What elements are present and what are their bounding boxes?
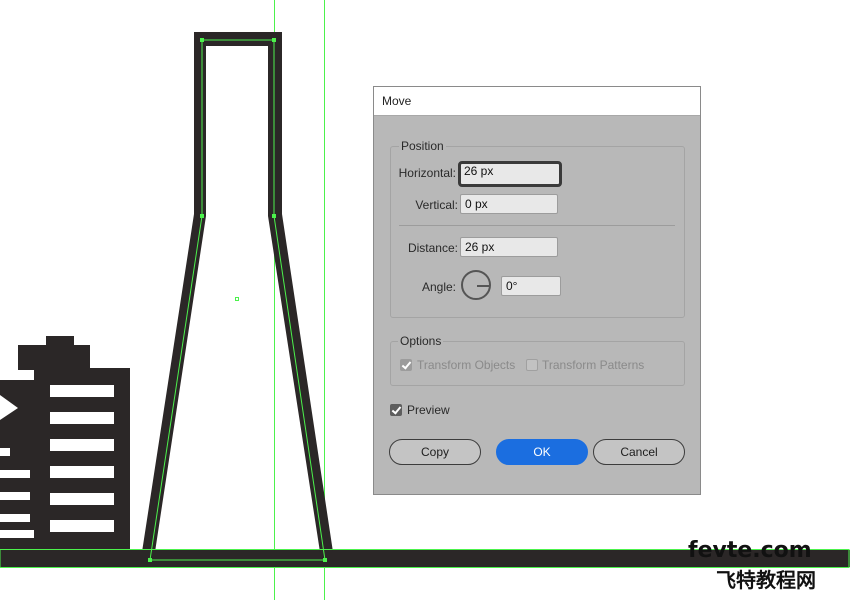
horizontal-label: Horizontal:	[398, 166, 456, 180]
transform-patterns-checkbox[interactable]	[526, 359, 538, 371]
vertical-label: Vertical:	[415, 198, 458, 212]
angle-input[interactable]: 0°	[501, 276, 561, 296]
angle-label: Angle:	[421, 280, 456, 294]
ok-button[interactable]: OK	[496, 439, 588, 465]
dialog-title[interactable]: Move	[374, 87, 700, 116]
horizontal-input[interactable]: 26 px	[458, 161, 562, 187]
transform-objects-label: Transform Objects	[417, 358, 516, 372]
transform-patterns-label: Transform Patterns	[542, 358, 645, 372]
vertical-input[interactable]: 0 px	[460, 194, 558, 214]
cancel-button[interactable]: Cancel	[593, 439, 685, 465]
move-dialog[interactable]: Move Position Horizontal: 26 px Vertical…	[373, 86, 701, 495]
watermark-chinese: 飞特教程网	[716, 568, 816, 592]
copy-button[interactable]: Copy	[389, 439, 481, 465]
distance-input[interactable]: 26 px	[460, 237, 558, 257]
chimney-shape[interactable]	[142, 32, 333, 552]
position-separator	[399, 225, 675, 226]
angle-dial-icon[interactable]	[461, 270, 491, 300]
transform-objects-checkbox[interactable]	[400, 359, 412, 371]
options-group-title: Options	[398, 334, 444, 348]
center-point	[235, 297, 239, 301]
watermark-latin: fevte.com	[688, 538, 812, 563]
angle-dial-hand	[477, 285, 489, 287]
distance-label: Distance:	[407, 241, 458, 255]
preview-label: Preview	[407, 403, 450, 417]
position-group-title: Position	[399, 139, 446, 153]
preview-checkbox[interactable]	[390, 404, 402, 416]
